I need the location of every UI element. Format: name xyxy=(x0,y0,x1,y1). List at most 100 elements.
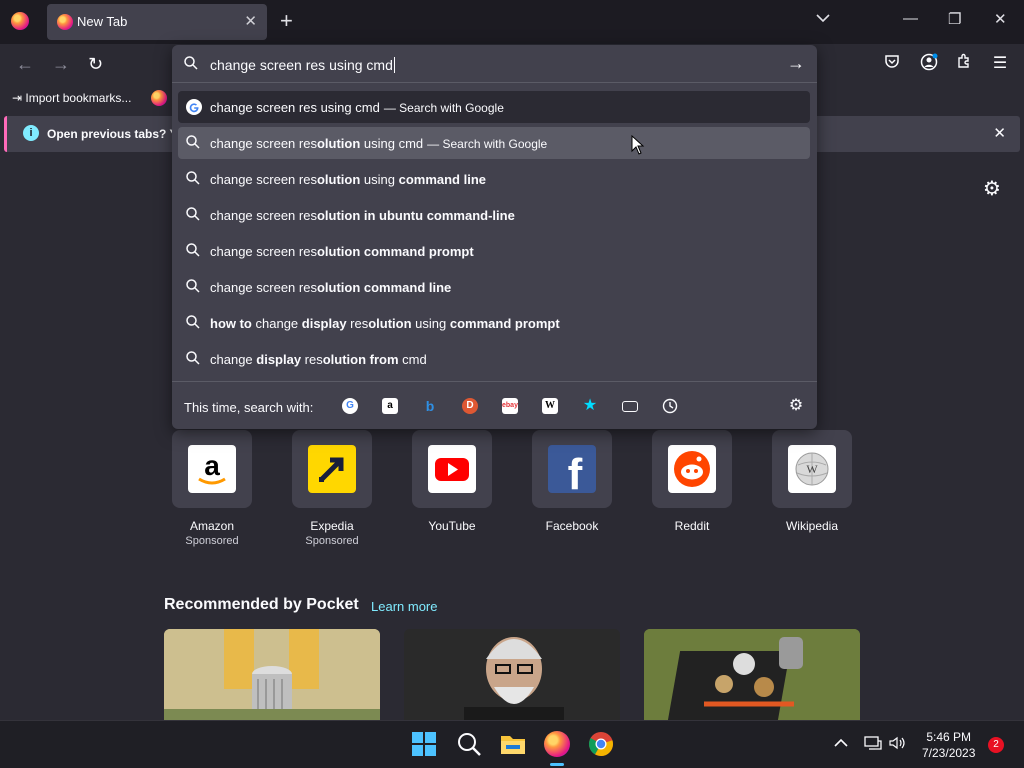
reload-icon[interactable]: ↻ xyxy=(88,54,103,75)
suggestion-part: olution xyxy=(316,172,361,187)
wikipedia-engine-icon[interactable]: W xyxy=(542,398,558,414)
top-site-wikipedia[interactable]: W Wikipedia xyxy=(772,430,852,533)
search-icon xyxy=(186,243,202,259)
expedia-icon xyxy=(308,445,356,493)
suggestion-row[interactable]: change screen resolution command prompt xyxy=(178,235,810,267)
info-icon: i xyxy=(23,125,39,141)
close-notification-icon[interactable]: ✕ xyxy=(993,124,1006,142)
firefox-view-icon[interactable] xyxy=(11,12,29,30)
suggestion-text: change display resolution from cmd xyxy=(210,352,427,367)
suggestion-row[interactable]: how to change display resolution using c… xyxy=(178,307,810,339)
back-icon[interactable]: ← xyxy=(16,54,34,75)
account-icon[interactable] xyxy=(918,53,940,75)
urlbar-input[interactable]: change screen res using cmd → xyxy=(172,45,817,83)
minimize-icon[interactable]: — xyxy=(903,10,918,27)
menu-icon[interactable]: ☰ xyxy=(989,53,1011,75)
bookmarks-star-icon[interactable]: ★ xyxy=(582,398,598,414)
suggestion-part: olution command prompt xyxy=(316,244,474,259)
pocket-card[interactable] xyxy=(164,629,380,721)
suggestion-row[interactable]: change screen resolution using cmd — Sear… xyxy=(178,127,810,159)
restore-icon[interactable]: ❐ xyxy=(948,10,961,28)
tabs-icon[interactable] xyxy=(622,401,638,412)
tray-chevron-up-icon[interactable] xyxy=(834,735,848,752)
system-clock[interactable]: 5:46 PM 7/23/2023 xyxy=(922,729,975,761)
top-site-amazon[interactable]: a Amazon Sponsored xyxy=(172,430,252,547)
suggestion-row[interactable]: change screen resolution command line xyxy=(178,271,810,303)
ebay-engine-icon[interactable]: ebay xyxy=(502,398,518,414)
suggestion-part: olution xyxy=(368,316,412,331)
top-site-youtube[interactable]: YouTube xyxy=(412,430,492,533)
tab-new-tab[interactable]: New Tab ✕ xyxy=(47,4,267,40)
search-icon xyxy=(184,56,198,75)
svg-text:W: W xyxy=(806,462,818,476)
suggestion-suffix: — Search with Google xyxy=(383,101,504,115)
history-icon[interactable] xyxy=(662,398,678,414)
top-site-facebook[interactable]: f Facebook xyxy=(532,430,612,533)
suggestion-part: change screen res xyxy=(210,208,317,223)
window-close-icon[interactable]: ✕ xyxy=(994,10,1007,28)
suggestion-part: olution from xyxy=(322,352,399,367)
duckduckgo-engine-icon[interactable]: D xyxy=(462,398,478,414)
pocket-learn-more-link[interactable]: Learn more xyxy=(371,599,437,614)
suggestion-part: change screen res using cmd xyxy=(210,100,380,115)
suggestion-row[interactable]: change screen resolution using command l… xyxy=(178,163,810,195)
suggestion-row[interactable]: change screen res using cmd — Search with… xyxy=(178,91,810,123)
suggestion-text: change screen resolution command prompt xyxy=(210,244,474,259)
search-icon xyxy=(186,207,202,223)
pocket-card[interactable] xyxy=(644,629,860,721)
notification-text: Open previous tabs? You xyxy=(47,127,192,141)
google-engine-icon[interactable]: G xyxy=(342,398,358,414)
bing-engine-icon[interactable]: b xyxy=(422,398,438,414)
chrome-icon[interactable] xyxy=(588,731,614,757)
top-site-reddit[interactable]: Reddit xyxy=(652,430,732,533)
tab-title: New Tab xyxy=(77,14,128,29)
suggestion-part: using xyxy=(411,316,450,331)
firefox-bookmark-icon[interactable] xyxy=(151,90,167,106)
amazon-engine-icon[interactable]: a xyxy=(382,398,398,414)
notification-badge[interactable]: 2 xyxy=(988,737,1004,753)
suggestion-text: change screen resolution using command l… xyxy=(210,172,486,187)
suggestion-part: olution command line xyxy=(316,280,452,295)
extensions-icon[interactable] xyxy=(953,53,975,75)
urlbar-value: change screen res using cmd xyxy=(210,57,393,73)
settings-gear-icon[interactable]: ⚙ xyxy=(983,176,1001,201)
go-arrow-icon[interactable]: → xyxy=(787,53,805,74)
taskbar-search-icon[interactable] xyxy=(456,731,482,757)
suggestion-part: command line xyxy=(398,172,487,187)
amazon-icon: a xyxy=(188,445,236,493)
windows-start-icon[interactable] xyxy=(411,731,437,757)
suggestion-part: using xyxy=(360,172,399,187)
suggestion-part: res xyxy=(301,352,323,367)
chevron-down-icon[interactable] xyxy=(816,10,830,28)
search-settings-gear-icon[interactable]: ⚙ xyxy=(788,398,804,414)
volume-icon[interactable] xyxy=(888,735,906,755)
suggestion-part: res xyxy=(346,316,369,331)
network-icon[interactable] xyxy=(864,735,882,755)
search-icon xyxy=(186,135,202,151)
search-icon xyxy=(186,279,202,295)
pocket-heading: Recommended by Pocket xyxy=(164,596,359,613)
pocket-icon[interactable] xyxy=(881,53,903,75)
forward-icon[interactable]: → xyxy=(52,54,70,75)
suggestion-part: change xyxy=(210,352,257,367)
close-tab-icon[interactable]: ✕ xyxy=(244,12,257,30)
pocket-card[interactable] xyxy=(404,629,620,721)
new-tab-button[interactable]: + xyxy=(280,9,293,33)
suggestion-part: command prompt xyxy=(449,316,560,331)
suggestion-row[interactable]: change display resolution from cmd xyxy=(178,343,810,375)
import-bookmarks-button[interactable]: ⇥ Import bookmarks... xyxy=(12,91,131,105)
search-icon xyxy=(186,315,202,331)
tab-strip: New Tab ✕ + — ❐ ✕ xyxy=(0,0,1024,44)
file-explorer-icon[interactable] xyxy=(500,731,526,757)
suggestion-part: olution in ubuntu command-line xyxy=(316,208,515,223)
firefox-icon xyxy=(57,14,73,30)
one-off-search-bar: This time, search with: G a b D ebay W ★… xyxy=(172,381,817,429)
suggestion-part: display xyxy=(256,352,302,367)
suggestion-part: change screen res xyxy=(210,172,317,187)
search-with-label: This time, search with: xyxy=(184,400,314,415)
suggestion-row[interactable]: change screen resolution in ubuntu comma… xyxy=(178,199,810,231)
top-site-expedia[interactable]: Expedia Sponsored xyxy=(292,430,372,547)
search-icon xyxy=(186,351,202,367)
suggestion-part: cmd xyxy=(398,352,427,367)
firefox-taskbar-icon[interactable] xyxy=(544,731,570,766)
